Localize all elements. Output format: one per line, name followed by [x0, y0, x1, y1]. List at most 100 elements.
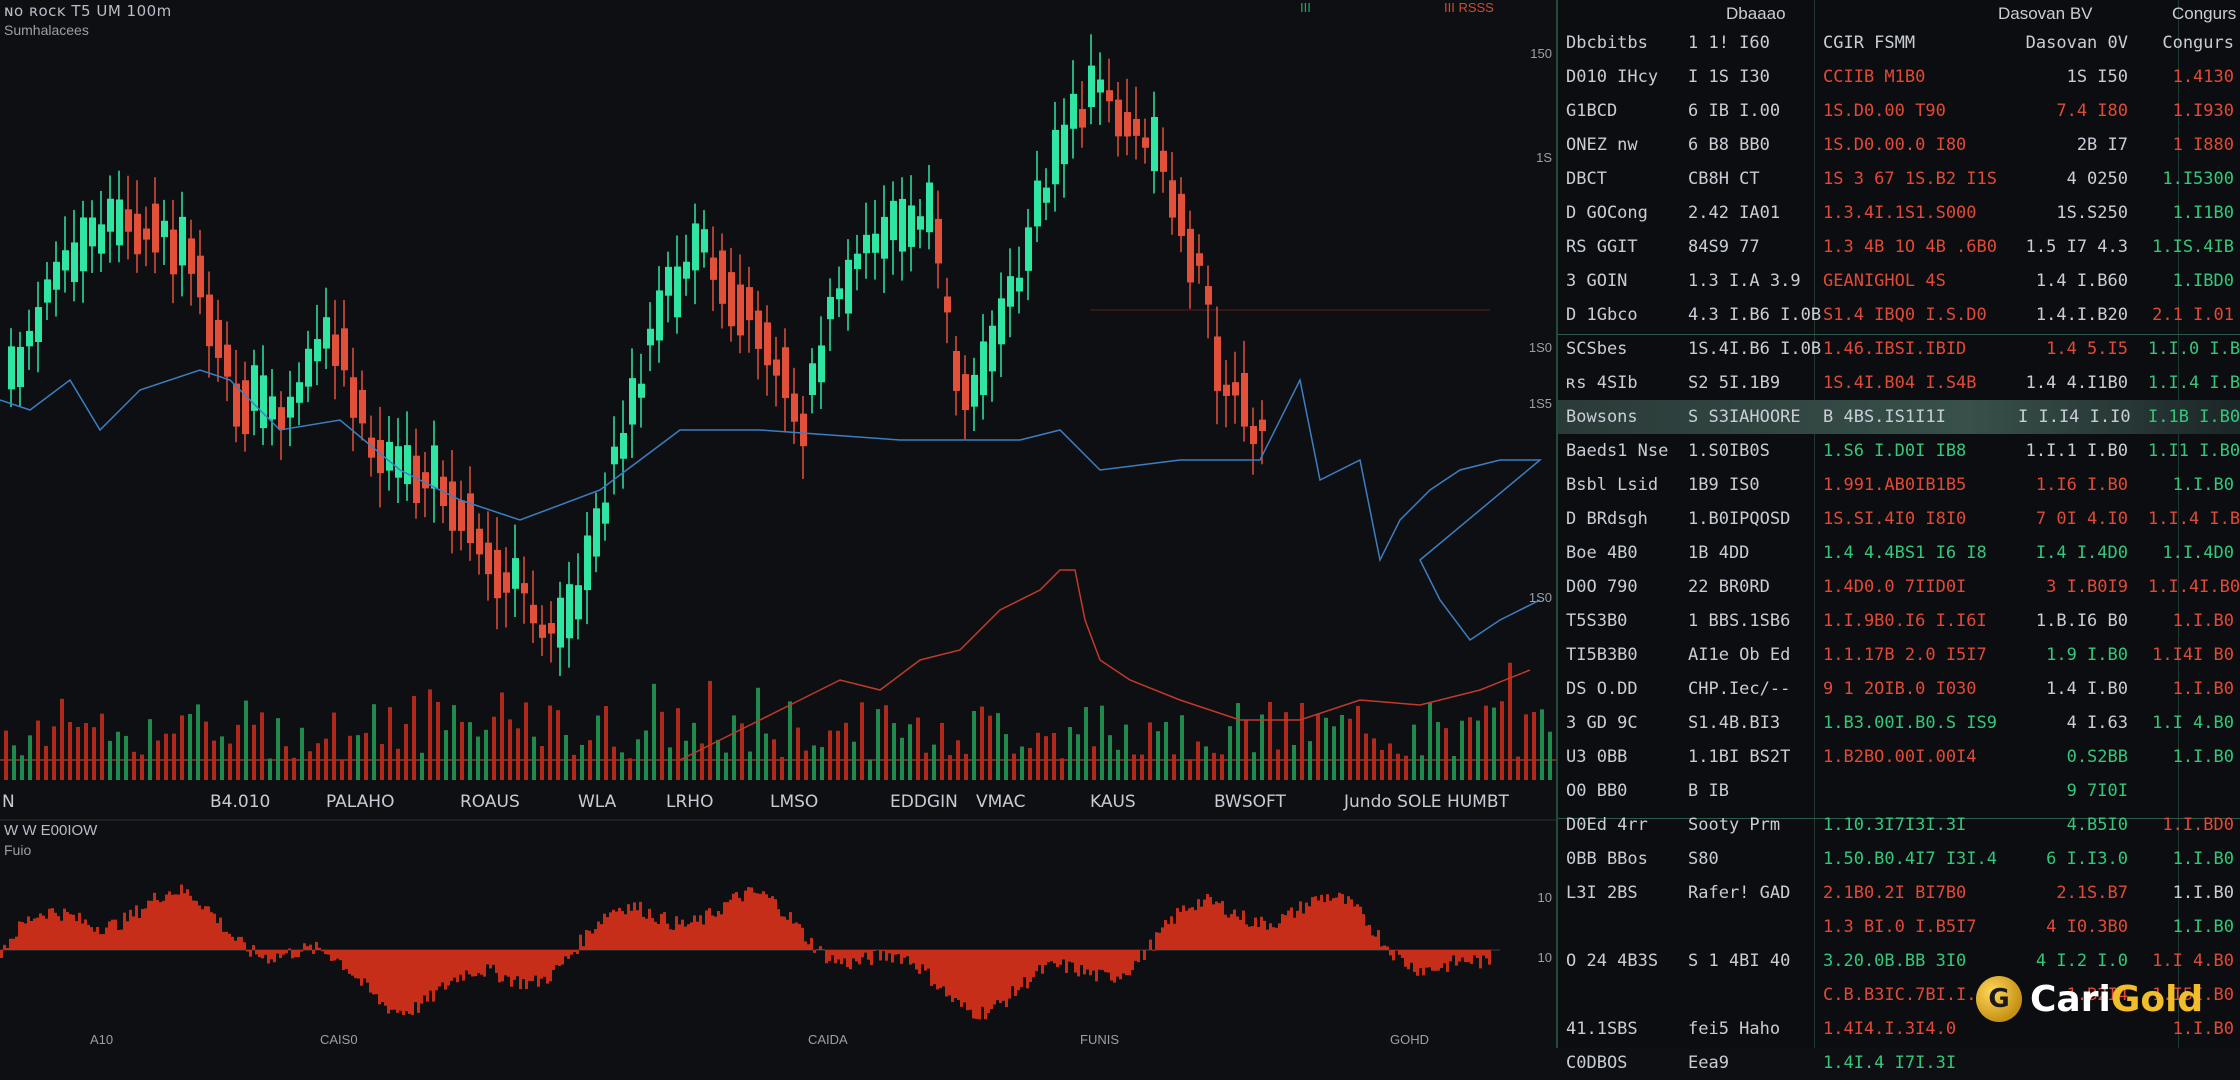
oscillator-bar [366, 950, 369, 983]
quote-row[interactable]: D BRdsgh1.B0IPQOSD1S.SI.4I0 I8I07 0I 4.I… [1558, 502, 2240, 536]
oscillator-bar [1161, 927, 1164, 950]
quote-cell-c2: S2 5I.1B9 [1688, 373, 1838, 393]
oscillator-bar [726, 902, 729, 950]
oscillator-bar [369, 950, 372, 993]
volume-bar [908, 724, 912, 780]
oscillator-bar [591, 933, 594, 950]
quote-row[interactable]: D010 IHcyI 1S I30CCIIB M1B01S I501.4130 [1558, 60, 2240, 94]
candlestick-chart[interactable] [0, 0, 1556, 1048]
quote-row[interactable]: D 1Gbco4.3 I.B6 I.0BS1.4 IBQ0 I.S.D01.4.… [1558, 298, 2240, 332]
volume-bar [452, 705, 456, 780]
candle-body [242, 380, 249, 434]
quote-cell-c4: 3 I.B0I9 [2018, 577, 2128, 597]
oscillator-bar [48, 909, 51, 950]
quote-row[interactable]: SCSbes1S.4I.B6 I.0B1.46.IBSI.IBID1.4 5.I… [1558, 332, 2240, 366]
oscillator-bar [699, 915, 702, 950]
oscillator-bar [750, 887, 753, 950]
oscillator-bar [435, 950, 438, 990]
quote-cell-c4: 4.B5I0 [2018, 815, 2128, 835]
oscillator-bar [1437, 950, 1440, 971]
volume-bar [1068, 727, 1072, 780]
oscillator-bar [843, 950, 846, 958]
quote-row[interactable]: O0 BB0B IB9 7I0I [1558, 774, 2240, 808]
candle-body [161, 221, 168, 237]
oscillator-bar [735, 892, 738, 950]
candle-body [1043, 188, 1050, 203]
quote-row[interactable]: U3 0BB1.1BI BS2T1.B2BO.00I.00I40.S2BB1.I… [1558, 740, 2240, 774]
quote-cell-c2: 6 IB I.00 [1688, 101, 1838, 121]
candle-body [188, 238, 195, 273]
quote-cell-c1: L3I 2BS [1566, 883, 1681, 903]
oscillator-bar [1227, 918, 1230, 950]
quote-row[interactable]: 1.3 BI.0 I.B5I74 I0.3B01.I.B0 [1558, 910, 2240, 944]
quote-cell-c1: D0Ed 4rr [1566, 815, 1681, 835]
quote-row[interactable]: T5S3B01 BBS.1SB61.I.9B0.I6 I.I6I1.B.I6 B… [1558, 604, 2240, 638]
quote-cell-c5: 1.I4I B0 [2148, 645, 2234, 665]
quote-row[interactable]: ONEZ nw6 B8 BB01S.D0.00.0 I802B I71 I880 [1558, 128, 2240, 162]
oscillator-bar [72, 915, 75, 950]
volume-bar [372, 704, 376, 780]
oscillator-bar [228, 934, 231, 950]
oscillator-bar [345, 950, 348, 969]
oscillator-bar [552, 950, 555, 970]
candle-body [800, 414, 807, 447]
volume-bar [1324, 718, 1328, 780]
quote-row[interactable]: D0Ed 4rrSooty Prm1.10.3I7I3I.3I4.B5I01.I… [1558, 808, 2240, 842]
volume-bar [1348, 719, 1352, 780]
oscillator-bar [1062, 950, 1065, 960]
oscillator-bar [36, 918, 39, 950]
oscillator-bar [1212, 904, 1215, 950]
oscillator-bar [1083, 950, 1086, 974]
volume-bar [100, 714, 104, 780]
volume-bar [1204, 746, 1208, 780]
oscillator-bar [321, 950, 324, 951]
candle-body [404, 445, 411, 484]
quote-row[interactable]: DBCTCB8H CT1S 3 67 1S.B2 I1S4 02501.I530… [1558, 162, 2240, 196]
oscillator-bar [1476, 950, 1479, 958]
quote-cell-c5: 1.IS.4IB [2148, 237, 2234, 257]
oscillator-bar [216, 923, 219, 950]
quote-row[interactable]: RS GGIT84S9 771.3 4B 1O 4B .6B01.5 I7 4.… [1558, 230, 2240, 264]
quote-row[interactable]: ʀs 4SIbS2 5I.1B91S.4I.B04 I.S4B1.4 4.I1B… [1558, 366, 2240, 400]
oscillator-bar [930, 950, 933, 986]
quote-cell-c1: TI5B3B0 [1566, 645, 1681, 665]
volume-bar [284, 746, 288, 780]
quote-row[interactable]: 3 GOIN1.3 I.A 3.9GEANIGHOL 4S1.4 I.B601.… [1558, 264, 2240, 298]
oscillator-bar [1143, 950, 1146, 960]
quote-row[interactable]: Baeds1 Nse1.S0IB0S1.S6 I.D0I IB81.I.1 I.… [1558, 434, 2240, 468]
quote-row[interactable]: BowsonsS S3IAHOOREB 4BS.IS1I1II I.I4 I.I… [1558, 400, 2240, 434]
oscillator-bar [537, 950, 540, 987]
candle-body [881, 217, 888, 259]
quote-cell-c2: 2.42 IA01 [1688, 203, 1838, 223]
quote-row[interactable]: DS O.DDCHP.Iec/--9 1 2OIB.0 I0301.4 I.B0… [1558, 672, 2240, 706]
oscillator-bar [657, 924, 660, 950]
volume-bar [388, 707, 392, 780]
oscillator-bar [1278, 923, 1281, 950]
quote-row[interactable]: Dbcbitbs1 1! I60CGIR FSMMDasovan 0VCongu… [1558, 26, 2240, 60]
oscillator-bar [105, 928, 108, 950]
quote-row[interactable]: O 24 4B3SS 1 4BI 403.20.0B.BB 3I04 I.2 I… [1558, 944, 2240, 978]
candle-body [953, 351, 960, 391]
quote-row[interactable]: TI5B3B0AI1e Ob Ed1.1.17B 2.0 I5I71.9 I.B… [1558, 638, 2240, 672]
quote-row[interactable]: Boe 4B01B 4DD1.4 4.4BS1 I6 I8I.4 I.4D01.… [1558, 536, 2240, 570]
oscillator-bar [642, 917, 645, 950]
candle-body [629, 378, 636, 424]
oscillator-bar [483, 950, 486, 977]
quote-row[interactable]: 3 GD 9CS1.4B.BI31.B3.00I.B0.S IS94 I.631… [1558, 706, 2240, 740]
quote-cell-c1: ʀs 4SIb [1566, 373, 1681, 393]
volume-bar [300, 728, 304, 780]
quote-row[interactable]: D GOCong2.42 IA011.3.4I.1S1.S0001S.S2501… [1558, 196, 2240, 230]
oscillator-bar [609, 912, 612, 950]
quote-row[interactable]: C0DBOSEea91.4I.4 I7I.3I [1558, 1046, 2240, 1080]
quote-cell-c5: 1.I 4.B0 [2148, 951, 2234, 971]
quote-row[interactable]: Bsbl Lsid1B9 IS01.991.AB0IB1B51.I6 I.B01… [1558, 468, 2240, 502]
quote-row[interactable]: G1BCD6 IB I.001S.D0.00 T907.4 I801.I930 [1558, 94, 2240, 128]
oscillator-bar [738, 898, 741, 950]
quote-row[interactable]: 0BB BBosS801.50.B0.4I7 I3I.46 I.I3.01.I.… [1558, 842, 2240, 876]
quote-row[interactable]: L3I 2BSRafer! GAD2.1B0.2I BI7B02.1S.B71.… [1558, 876, 2240, 910]
volume-bar [548, 706, 552, 780]
volume-bar [804, 751, 808, 780]
oscillator-bar [936, 950, 939, 989]
quote-row[interactable]: D0O 79022 BR0RD1.4D0.0 7IID0I3 I.B0I91.I… [1558, 570, 2240, 604]
oscillator-bar [1251, 926, 1254, 950]
